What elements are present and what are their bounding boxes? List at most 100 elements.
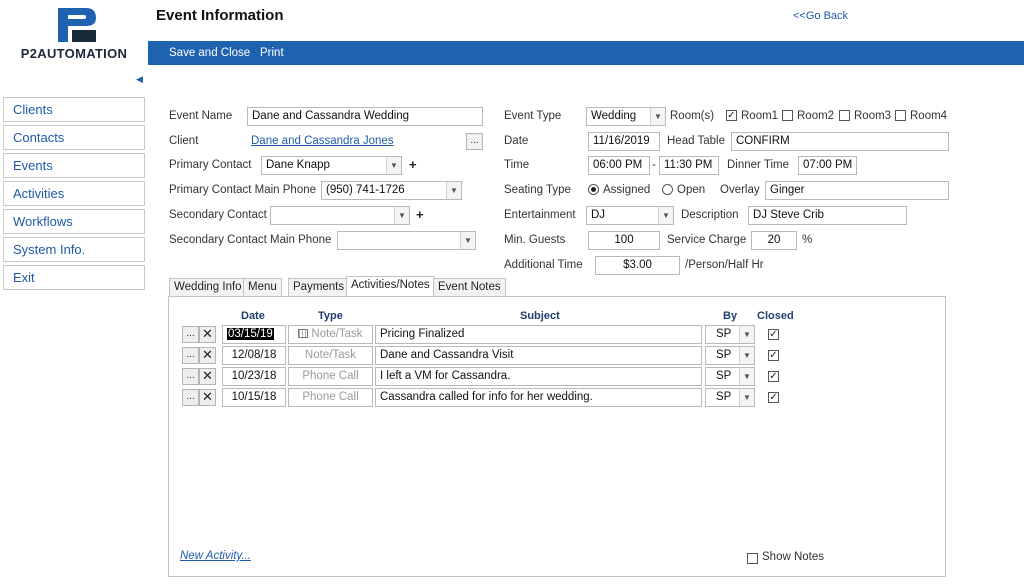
description-input[interactable]: DJ Steve Crib [748, 206, 907, 225]
row-closed-checkbox[interactable]: ✓ [768, 371, 779, 382]
client-label: Client [169, 135, 199, 147]
seating-assigned-label: Assigned [603, 184, 651, 196]
row-closed-checkbox[interactable]: ✓ [768, 392, 779, 403]
row-menu-button[interactable]: ... [182, 368, 199, 385]
secondary-contact-label: Secondary Contact [169, 209, 267, 221]
additional-time-label: Additional Time [504, 259, 583, 271]
delete-row-icon[interactable]: ✕ [199, 347, 216, 364]
sidebar-item-events[interactable]: Events [3, 153, 145, 178]
row-date-input[interactable]: 03/15/19 [222, 325, 286, 344]
print-button[interactable]: Print [260, 47, 284, 59]
event-type-select[interactable]: Wedding ▼ [586, 107, 666, 126]
show-notes-label: Show Notes [762, 551, 825, 563]
add-secondary-contact-button[interactable]: + [416, 207, 424, 222]
p2-automation-logo: P2AUTOMATION [8, 4, 140, 64]
row-closed-checkbox[interactable]: ✓ [768, 329, 779, 340]
row-subject-input[interactable]: Dane and Cassandra Visit [375, 346, 702, 365]
row-date-input[interactable]: 12/08/18 [222, 346, 286, 365]
time-end-input[interactable]: 11:30 PM [659, 156, 719, 175]
client-link[interactable]: Dane and Cassandra Jones [251, 135, 394, 147]
room4-checkbox[interactable] [895, 110, 906, 121]
row-date-input[interactable]: 10/23/18 [222, 367, 286, 386]
logo-text: P2AUTOMATION [20, 46, 128, 61]
save-and-close-button[interactable]: Save and Close [169, 47, 250, 59]
row-date-input[interactable]: 10/15/18 [222, 388, 286, 407]
overlay-label: Overlay [720, 184, 760, 196]
row-by-select[interactable]: SP ▼ [705, 367, 755, 386]
chevron-down-icon: ▼ [739, 326, 754, 343]
min-guests-input[interactable]: 100 [588, 231, 660, 250]
row-by-select[interactable]: SP ▼ [705, 325, 755, 344]
secondary-contact-select[interactable]: ▼ [270, 206, 410, 225]
row-by-value: SP [716, 370, 732, 382]
chevron-down-icon: ▼ [739, 347, 754, 364]
row-closed-checkbox[interactable]: ✓ [768, 350, 779, 361]
row-by-value: SP [716, 349, 732, 361]
row-by-value: SP [716, 391, 732, 403]
room2-checkbox[interactable] [782, 110, 793, 121]
service-charge-label: Service Charge [667, 234, 747, 246]
row-by-select[interactable]: SP ▼ [705, 388, 755, 407]
add-primary-contact-button[interactable]: + [409, 157, 417, 172]
delete-row-icon[interactable]: ✕ [199, 389, 216, 406]
delete-row-icon[interactable]: ✕ [199, 368, 216, 385]
sidebar-item-exit[interactable]: Exit [3, 265, 145, 290]
sidebar-item-contacts[interactable]: Contacts [3, 125, 145, 150]
sidebar-item-clients[interactable]: Clients [3, 97, 145, 122]
additional-time-input[interactable]: $3.00 [595, 256, 680, 275]
column-header-closed: Closed [757, 310, 794, 322]
event-name-input[interactable]: Dane and Cassandra Wedding [247, 107, 483, 126]
go-back-link[interactable]: <<Go Back [793, 10, 848, 22]
overlay-input[interactable]: Ginger [765, 181, 949, 200]
tab-activities-notes[interactable]: Activities/Notes [346, 276, 435, 297]
primary-phone-select[interactable]: (950) 741-1726 ▼ [321, 181, 462, 200]
entertainment-label: Entertainment [504, 209, 576, 221]
primary-contact-select[interactable]: Dane Knapp ▼ [261, 156, 402, 175]
sidebar-item-system-info[interactable]: System Info. [3, 237, 145, 262]
new-activity-link[interactable]: New Activity... [180, 550, 251, 562]
room3-label: Room3 [854, 110, 892, 122]
p2-logo-icon [58, 8, 96, 42]
row-subject-input[interactable]: Cassandra called for info for her weddin… [375, 388, 702, 407]
room2-label: Room2 [797, 110, 835, 122]
dinner-time-input[interactable]: 07:00 PM [798, 156, 857, 175]
row-type-field[interactable]: Phone Call [288, 367, 373, 386]
row-type-field[interactable]: Phone Call [288, 388, 373, 407]
room1-checkbox[interactable]: ✓ [726, 110, 737, 121]
seating-assigned-radio[interactable] [588, 184, 599, 195]
secondary-phone-select[interactable]: ▼ [337, 231, 476, 250]
seating-open-radio[interactable] [662, 184, 673, 195]
tab-wedding-info[interactable]: Wedding Info [169, 278, 247, 296]
tab-payments[interactable]: Payments [288, 278, 350, 296]
primary-phone-value: (950) 741-1726 [326, 184, 405, 196]
tab-event-notes[interactable]: Event Notes [433, 278, 506, 296]
row-subject-input[interactable]: Pricing Finalized [375, 325, 702, 344]
show-notes-checkbox[interactable] [747, 553, 758, 564]
rooms-label: Room(s) [670, 110, 715, 122]
row-type-field[interactable]: Note/Task [288, 325, 373, 344]
row-type-value: Note/Task [311, 328, 363, 340]
row-subject-input[interactable]: I left a VM for Cassandra. [375, 367, 702, 386]
row-menu-button[interactable]: ... [182, 389, 199, 406]
time-label: Time [504, 159, 530, 171]
time-start-input[interactable]: 06:00 PM [588, 156, 650, 175]
sidebar-item-activities[interactable]: Activities [3, 181, 145, 206]
primary-contact-value: Dane Knapp [266, 159, 330, 171]
collapse-sidebar-icon[interactable]: ◀ [136, 74, 143, 85]
tab-menu[interactable]: Menu [243, 278, 282, 296]
additional-time-unit: /Person/Half Hr [685, 259, 764, 271]
row-by-select[interactable]: SP ▼ [705, 346, 755, 365]
service-charge-input[interactable]: 20 [751, 231, 797, 250]
date-input[interactable]: 11/16/2019 [588, 132, 660, 151]
client-lookup-button[interactable]: ... [466, 133, 483, 150]
sidebar-item-workflows[interactable]: Workflows [3, 209, 145, 234]
row-by-value: SP [716, 328, 732, 340]
head-table-input[interactable]: CONFIRM [731, 132, 949, 151]
delete-row-icon[interactable]: ✕ [199, 326, 216, 343]
row-menu-button[interactable]: ... [182, 347, 199, 364]
row-type-field[interactable]: Note/Task [288, 346, 373, 365]
dinner-time-label: Dinner Time [727, 159, 789, 171]
room3-checkbox[interactable] [839, 110, 850, 121]
entertainment-select[interactable]: DJ ▼ [586, 206, 674, 225]
row-menu-button[interactable]: ... [182, 326, 199, 343]
